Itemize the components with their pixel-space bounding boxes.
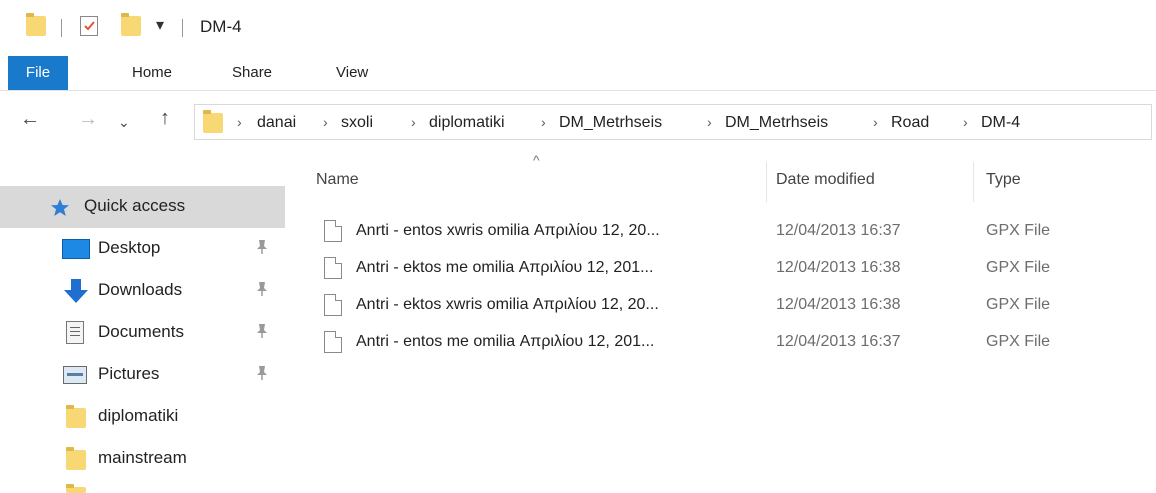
tab-file[interactable]: File: [8, 56, 68, 90]
chevron-right-icon[interactable]: ›: [541, 114, 546, 130]
file-date-modified: 12/04/2013 16:38: [776, 296, 901, 313]
file-type: GPX File: [986, 222, 1051, 239]
documents-icon: [66, 321, 84, 344]
title-bar: ▾ DM-4: [0, 0, 1156, 56]
folder-icon[interactable]: [26, 13, 46, 36]
sidebar-item-label: Documents: [98, 322, 184, 341]
tab-view[interactable]: View: [336, 56, 368, 90]
breadcrumb-item[interactable]: diplomatiki: [429, 114, 505, 132]
file-name: Antri - entos me omilia Απριλίου 12, 201…: [356, 333, 655, 350]
sidebar-item-quick-access[interactable]: Quick access: [0, 186, 285, 228]
sidebar-item-downloads[interactable]: Downloads: [0, 270, 285, 312]
file-name: Antri - ektos me omilia Απριλίου 12, 201…: [356, 259, 654, 276]
chevron-right-icon[interactable]: ›: [707, 114, 712, 130]
file-name: Anrti - entos xwris omilia Απριλίου 12, …: [356, 222, 660, 239]
file-type: GPX File: [986, 259, 1051, 276]
file-date-modified: 12/04/2013 16:37: [776, 222, 901, 239]
customize-toolbar-dropdown[interactable]: ▾: [156, 15, 164, 35]
toolbar-separator: [61, 19, 62, 37]
file-icon: [324, 257, 342, 279]
sidebar-item-label: Quick access: [84, 196, 186, 215]
pin-icon[interactable]: [256, 365, 268, 381]
sort-ascending-indicator: ^: [533, 152, 540, 168]
tab-share[interactable]: Share: [232, 56, 272, 90]
file-name: Antri - ektos xwris omilia Απριλίου 12, …: [356, 296, 659, 313]
properties-icon[interactable]: [80, 16, 98, 36]
pictures-icon: [63, 366, 87, 384]
sidebar-item-diplomatiki[interactable]: diplomatiki: [0, 396, 285, 438]
folder-icon: [203, 110, 223, 133]
file-icon: [324, 331, 342, 353]
pin-icon[interactable]: [256, 281, 268, 297]
folder-icon: [66, 447, 86, 470]
chevron-right-icon[interactable]: ›: [411, 114, 416, 130]
file-icon: [324, 294, 342, 316]
sidebar-item-label: Downloads: [98, 280, 183, 299]
pin-icon[interactable]: [256, 323, 268, 339]
column-divider[interactable]: [766, 162, 767, 202]
column-header-name[interactable]: Name: [316, 171, 359, 189]
file-row[interactable]: Antri - ektos xwris omilia Απριλίου 12, …: [314, 286, 1154, 324]
forward-button[interactable]: →: [78, 108, 98, 131]
sidebar-item-documents[interactable]: Documents: [0, 312, 285, 354]
address-bar[interactable]: › danai › sxoli › diplomatiki › DM_Metrh…: [194, 104, 1152, 140]
breadcrumb-item[interactable]: sxoli: [341, 114, 373, 132]
file-row[interactable]: Antri - ektos me omilia Απριλίου 12, 201…: [314, 249, 1154, 287]
recent-locations-dropdown[interactable]: ⌄: [118, 114, 130, 131]
up-button[interactable]: ↑: [160, 107, 170, 130]
sidebar-item-desktop[interactable]: Desktop: [0, 228, 285, 270]
folder-icon: [66, 405, 86, 428]
pin-icon[interactable]: [256, 239, 268, 255]
sidebar-item-mainstream[interactable]: mainstream: [0, 438, 285, 480]
column-divider[interactable]: [973, 162, 974, 202]
tab-home[interactable]: Home: [132, 56, 172, 90]
breadcrumb-item[interactable]: DM_Metrhseis: [725, 114, 828, 132]
file-row[interactable]: Anrti - entos xwris omilia Απριλίου 12, …: [314, 212, 1154, 250]
back-button[interactable]: ←: [20, 108, 40, 131]
chevron-right-icon[interactable]: ›: [873, 114, 878, 130]
sidebar-item-label: diplomatiki: [98, 406, 179, 425]
file-type: GPX File: [986, 296, 1051, 313]
ribbon-tabs: File Home Share View: [0, 56, 1156, 91]
sidebar-item-label: Desktop: [98, 238, 161, 257]
file-type: GPX File: [986, 333, 1051, 350]
column-header-type[interactable]: Type: [986, 171, 1021, 189]
chevron-right-icon[interactable]: ›: [323, 114, 328, 130]
file-date-modified: 12/04/2013 16:38: [776, 259, 901, 276]
chevron-right-icon[interactable]: ›: [963, 114, 968, 130]
sidebar-item-pictures[interactable]: Pictures: [0, 354, 285, 396]
chevron-right-icon[interactable]: ›: [237, 114, 242, 130]
folder-icon: [66, 484, 86, 493]
column-header-date-modified[interactable]: Date modified: [776, 171, 875, 189]
download-arrow-icon: [64, 279, 88, 303]
new-folder-icon[interactable]: [121, 13, 141, 36]
desktop-icon: [62, 239, 90, 259]
star-icon: [51, 199, 69, 216]
sidebar-item-label: Pictures: [98, 364, 160, 383]
file-icon: [324, 220, 342, 242]
file-date-modified: 12/04/2013 16:37: [776, 333, 901, 350]
file-row[interactable]: Antri - entos me omilia Απριλίου 12, 201…: [314, 323, 1154, 361]
breadcrumb-item-current[interactable]: DM-4: [981, 114, 1020, 132]
window-title: DM-4: [200, 17, 242, 36]
sidebar-item-label: mainstream: [98, 448, 187, 467]
breadcrumb-item[interactable]: DM_Metrhseis: [559, 114, 662, 132]
breadcrumb-item[interactable]: danai: [257, 114, 296, 132]
toolbar-separator: [182, 19, 183, 37]
breadcrumb-item[interactable]: Road: [891, 114, 929, 132]
